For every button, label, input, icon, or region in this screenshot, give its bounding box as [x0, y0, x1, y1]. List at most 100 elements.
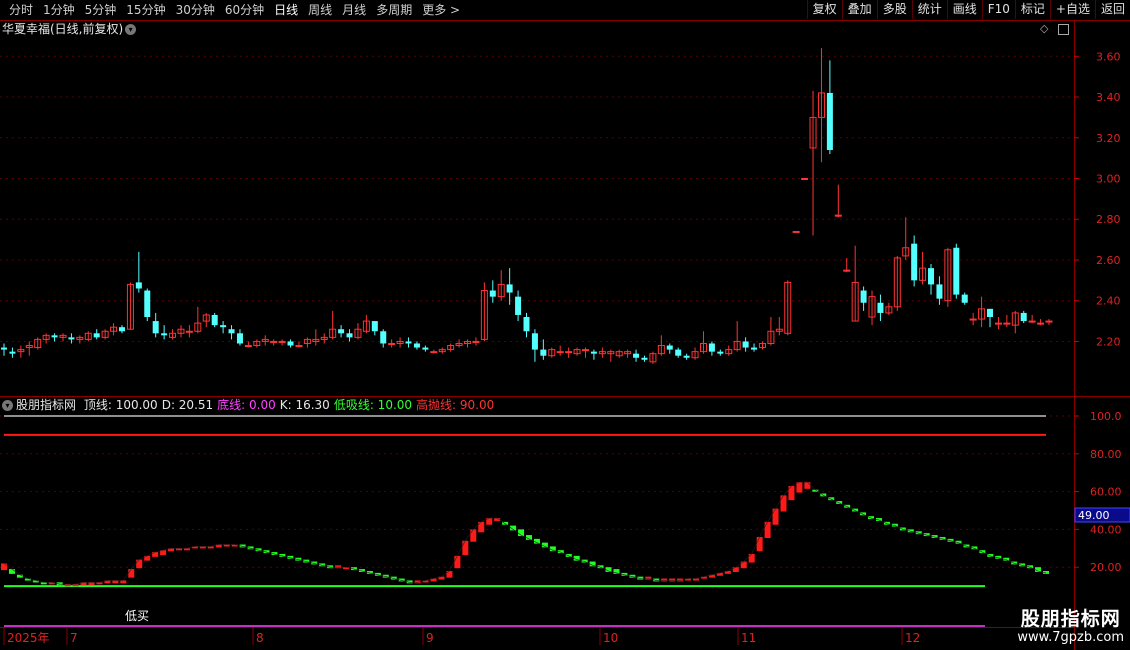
candle-body — [93, 333, 100, 338]
kd-bar — [382, 574, 389, 578]
kd-bar — [343, 567, 350, 570]
tab-4[interactable]: 30分钟 — [171, 1, 220, 19]
kd-bar — [700, 576, 707, 579]
candle-body — [185, 330, 193, 333]
kd-bar — [168, 548, 175, 552]
toolbar-button-8[interactable]: 返回 — [1094, 0, 1130, 19]
tab-6[interactable]: 日线 — [269, 1, 303, 19]
kd-bar — [1019, 563, 1026, 567]
kd-bar — [215, 544, 222, 548]
candle-body — [911, 243, 918, 281]
toolbar-button-0[interactable]: 复权 — [806, 0, 842, 19]
candle-body — [278, 340, 286, 343]
kd-bar — [112, 580, 119, 584]
toolbar-button-2[interactable]: 多股 — [876, 0, 912, 19]
kd-bar — [239, 544, 246, 548]
kd-bar — [852, 508, 859, 512]
candle-body — [68, 337, 75, 340]
toolbar-button-1[interactable]: 叠加 — [841, 0, 877, 19]
candle-body — [751, 347, 758, 350]
kd-bar — [183, 548, 190, 551]
panel-toggle-icon[interactable] — [1057, 23, 1069, 35]
toolbar-button-3[interactable]: 统计 — [911, 0, 947, 19]
candle-body — [919, 267, 927, 281]
chevron-down-icon[interactable]: ▾ — [2, 400, 13, 411]
kd-bar — [374, 572, 381, 576]
period-toolbar: 分时 1分钟 5分钟 15分钟 30分钟 60分钟 日线 周线 月线 多周期 更多 > 复权 叠加 多股… — [0, 0, 1130, 21]
kd-bar — [80, 582, 87, 586]
kd-bar — [136, 559, 143, 569]
chevron-down-icon[interactable]: ▾ — [125, 24, 137, 35]
tab-10[interactable]: 更多 > — [417, 1, 465, 19]
kd-bar — [828, 497, 835, 501]
kd-bar — [812, 489, 819, 492]
time-axis-label: 11 — [741, 631, 756, 645]
kd-bar — [955, 540, 962, 544]
kd-bar — [128, 569, 135, 578]
period-tabs: 分时 1分钟 5分钟 15分钟 30分钟 60分钟 日线 周线 月线 多周期 更多 > — [4, 1, 465, 19]
kd-bar — [199, 546, 206, 549]
toolbar-button-6[interactable]: 标记 — [1014, 0, 1050, 19]
kd-bar — [860, 512, 867, 516]
candle-body — [868, 296, 876, 318]
candle-body — [657, 345, 665, 355]
kd-bar — [311, 561, 318, 565]
toolbar-right-buttons: 复权 叠加 多股 统计 画线 F10 标记 +自选 返回 — [806, 0, 1130, 19]
tab-5[interactable]: 60分钟 — [220, 1, 269, 19]
tab-2[interactable]: 5分钟 — [80, 1, 122, 19]
tab-9[interactable]: 多周期 — [371, 1, 417, 19]
kd-bar — [104, 580, 111, 584]
candle-body — [1011, 312, 1019, 326]
kd-bar — [366, 570, 373, 574]
kd-bar — [621, 572, 628, 576]
kd-bar — [1027, 565, 1034, 569]
tab-8[interactable]: 月线 — [337, 1, 371, 19]
main-chart-title[interactable]: 华夏幸福(日线,前复权) ▾ — [2, 21, 137, 37]
indicator-tick-label: 100.0 — [1090, 410, 1122, 423]
candle-body — [464, 340, 472, 344]
kd-bar — [685, 578, 692, 581]
indicator-value-5: 高抛线: 90.00 — [416, 398, 495, 412]
current-value-box — [1074, 507, 1130, 523]
price-tick-label: 2.80 — [1096, 213, 1121, 226]
kd-bar — [629, 574, 636, 578]
kd-bar — [907, 529, 914, 533]
tab-7[interactable]: 周线 — [303, 1, 337, 19]
kd-bar — [931, 535, 938, 538]
candle-body — [228, 329, 235, 334]
candle-body — [801, 178, 809, 181]
candle-body — [1003, 322, 1011, 325]
candle-body — [987, 308, 994, 318]
kd-bar — [597, 565, 604, 569]
candle-body — [809, 116, 817, 149]
toolbar-button-5[interactable]: F10 — [981, 0, 1015, 19]
indicator-value-2: 底线: 0.00 — [217, 398, 276, 412]
tab-1[interactable]: 1分钟 — [38, 1, 80, 19]
candle-body — [675, 349, 682, 356]
candle-body — [531, 333, 538, 350]
kd-bar — [915, 531, 922, 535]
kd-bar — [605, 567, 612, 572]
kd-bar — [438, 576, 445, 580]
kd-bar — [64, 584, 71, 587]
candle-body — [9, 351, 16, 354]
candle-body — [978, 308, 986, 320]
candle-body — [860, 290, 867, 303]
toolbar-button-4[interactable]: 画线 — [946, 0, 982, 19]
candle-body — [295, 345, 303, 348]
kd-bar — [939, 536, 946, 540]
tab-0[interactable]: 分时 — [4, 1, 38, 19]
diamond-icon[interactable]: ◇ — [1040, 22, 1048, 35]
tab-3[interactable]: 15分钟 — [121, 1, 170, 19]
kd-bar — [120, 580, 127, 584]
kd-bar — [788, 485, 795, 501]
toolbar-button-7[interactable]: +自选 — [1049, 0, 1095, 19]
kd-bar — [72, 584, 79, 587]
candle-body — [110, 326, 118, 332]
kd-bar — [494, 518, 501, 521]
candle-body — [624, 351, 632, 355]
candle-body — [885, 306, 893, 314]
candle-body — [169, 332, 177, 338]
candle-body — [380, 331, 387, 344]
candle-body — [581, 349, 589, 352]
